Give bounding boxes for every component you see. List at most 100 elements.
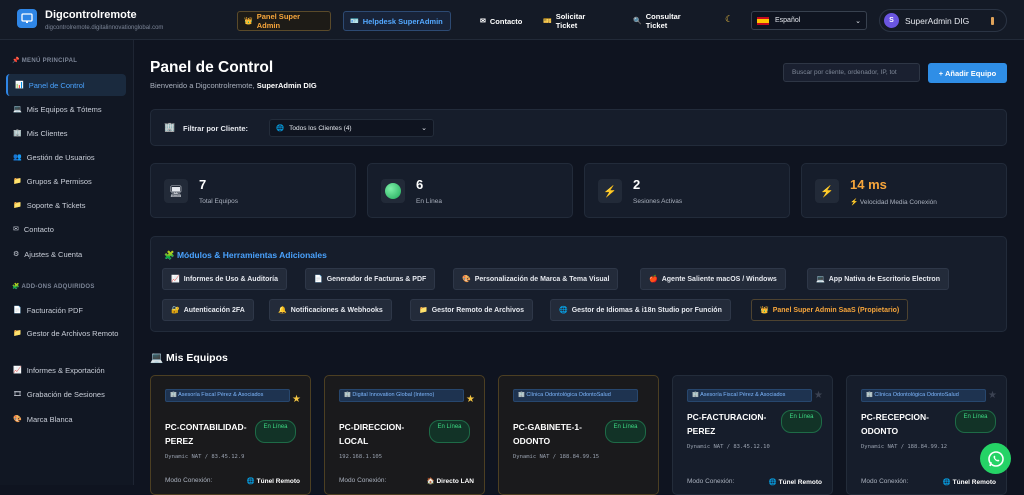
- request-ticket-link[interactable]: 🎫 Solicitar Ticket: [537, 11, 611, 31]
- sidebar-item-clients[interactable]: 🏢 Mis Clientes: [6, 122, 126, 144]
- document-icon: 📄: [314, 276, 323, 283]
- menu-icon: [991, 16, 994, 25]
- favorite-star-icon[interactable]: ★: [988, 390, 997, 401]
- sidebar-item-support[interactable]: 📁 Soporte & Tickets: [6, 194, 126, 216]
- monitor-icon: 🖥: [164, 179, 188, 203]
- tool-chip-super-admin[interactable]: 👑 Panel Super Admin SaaS (Propietario): [751, 299, 909, 321]
- consult-ticket-link[interactable]: 🔍 Consultar Ticket: [627, 11, 707, 31]
- document-icon: 📄: [13, 307, 22, 314]
- tool-chip-electron[interactable]: 💻 App Nativa de Escritorio Electron: [807, 268, 949, 290]
- stat-value: 7: [199, 177, 207, 192]
- tool-chip-branding[interactable]: 🎨 Personalización de Marca & Tema Visual: [453, 268, 619, 290]
- status-badge: En Línea: [255, 420, 296, 443]
- tools-title: 🧩 Módulos & Herramientas Adicionales: [164, 250, 327, 260]
- tool-chip-agent[interactable]: 🍎 Agente Saliente macOS / Windows: [640, 268, 786, 290]
- connection-mode-label: Modo Conexión:: [165, 477, 213, 484]
- stat-value: 6: [416, 177, 424, 192]
- client-filter-panel: 🏢 Filtrar por Cliente: 🌐 Todos los Clien…: [150, 109, 1007, 146]
- sidebar-item-file-manager[interactable]: 📁 Gestor de Archivos Remoto: [6, 325, 126, 357]
- sidebar-item-dashboard[interactable]: 📊 Panel de Control: [6, 74, 126, 96]
- tool-chip-2fa[interactable]: 🔐 Autenticación 2FA: [162, 299, 254, 321]
- connection-mode-value: 🌐 Túnel Remoto: [246, 478, 300, 485]
- stat-total-equipment: 🖥 7 Total Equipos: [150, 163, 356, 218]
- sidebar-item-equipment[interactable]: 💻 Mis Equipos & Tótems: [6, 98, 126, 120]
- equipment-card[interactable]: 🏢 Asesoría Fiscal Pérez & Asociados ★ PC…: [672, 375, 833, 495]
- equipment-name: PC-RECEPCION-ODONTO: [861, 412, 930, 436]
- tool-chip-notifications[interactable]: 🔔 Notificaciones & Webhooks: [269, 299, 392, 321]
- equipment-name: PC-FACTURACION-PEREZ: [687, 412, 767, 436]
- sidebar-item-groups[interactable]: 📁 Grupos & Permisos: [6, 170, 126, 192]
- sidebar-item-users[interactable]: 👥 Gestión de Usuarios: [6, 146, 126, 168]
- sidebar-item-invoicing[interactable]: 📄 Facturación PDF: [6, 299, 126, 321]
- status-badge: En Línea: [955, 410, 996, 433]
- sidebar-item-white-label[interactable]: 🎨 Marca Blanca: [6, 408, 126, 430]
- stat-active-sessions: ⚡ 2 Sesiones Activas: [584, 163, 790, 218]
- lightning-icon: ⚡: [815, 179, 839, 203]
- sidebar-item-settings[interactable]: ⚙ Ajustes & Cuenta: [6, 243, 126, 265]
- building-icon: 🏢: [13, 130, 22, 137]
- equipment-card[interactable]: 🏢 Clínica Odontológica OdontoSalud ★ PC-…: [846, 375, 1007, 495]
- search-input[interactable]: Buscar por cliente, ordenador, IP, tot: [783, 63, 920, 82]
- user-name: SuperAdmin DIG: [905, 15, 970, 26]
- super-admin-panel-button[interactable]: 👑 Panel Super Admin: [237, 11, 331, 31]
- sidebar-item-contact[interactable]: ✉ Contacto: [6, 218, 126, 240]
- spain-flag-icon: [757, 16, 769, 25]
- client-tag: 🏢 Asesoría Fiscal Pérez & Asociados: [687, 389, 812, 402]
- contact-link[interactable]: ✉ Contacto: [474, 11, 524, 31]
- tool-chip-i18n[interactable]: 🌐 Gestor de Idiomas & i18n Studio por Fun…: [550, 299, 731, 321]
- status-badge: En Línea: [781, 410, 822, 433]
- stat-label: En Línea: [416, 198, 443, 205]
- equipment-card[interactable]: 🏢 Digital Innovation Global (Interno) ★ …: [324, 375, 485, 495]
- chevron-down-icon: ⌄: [421, 125, 427, 132]
- monitor-logo-icon[interactable]: [17, 9, 37, 28]
- stat-value: 2: [633, 177, 641, 192]
- search-icon: 🔍: [633, 18, 642, 25]
- theme-toggle-moon-icon[interactable]: ☾: [725, 14, 733, 25]
- whatsapp-chat-button[interactable]: [980, 443, 1011, 474]
- language-select[interactable]: Español ⌄: [751, 11, 867, 30]
- equipment-card[interactable]: 🏢 Asesoría Fiscal Pérez & Asociados ★ PC…: [150, 375, 311, 495]
- chart-icon: 📈: [171, 276, 180, 283]
- app-domain: digcontrolremote.digitalinnovationglobal…: [45, 25, 164, 31]
- lock-icon: 🔐: [171, 307, 180, 314]
- favorite-star-icon[interactable]: ★: [814, 390, 823, 401]
- stat-label: ⚡ Velocidad Media Conexión: [850, 199, 937, 206]
- chart-icon: 📈: [13, 367, 22, 374]
- favorite-star-icon[interactable]: ★: [466, 394, 475, 405]
- tool-chip-file-manager[interactable]: 📁 Gestor Remoto de Archivos: [410, 299, 534, 321]
- lightning-icon: ⚡: [598, 179, 622, 203]
- folder-icon: 📁: [13, 330, 22, 337]
- sidebar-item-reports[interactable]: 📈 Informes & Exportación: [6, 359, 126, 381]
- folder-icon: 📁: [13, 202, 22, 209]
- equipment-section-title: 💻 Mis Equipos: [150, 352, 228, 364]
- crown-icon: 👑: [244, 18, 253, 25]
- card-icon: 🪪: [350, 18, 359, 25]
- helpdesk-button[interactable]: 🪪 Helpdesk SuperAdmin: [343, 11, 451, 31]
- connection-mode-label: Modo Conexión:: [339, 477, 387, 484]
- folder-icon: 📁: [13, 178, 22, 185]
- add-equipment-button[interactable]: + Añadir Equipo: [928, 63, 1007, 83]
- user-menu[interactable]: S SuperAdmin DIG: [879, 9, 1007, 32]
- equipment-ip: 192.168.1.105: [339, 454, 383, 460]
- ticket-icon: 🎫: [543, 18, 552, 25]
- language-value: Español: [775, 17, 801, 24]
- equipment-card[interactable]: 🏢 Clínica Odontológica OdontoSalud PC-GA…: [498, 375, 659, 495]
- globe-icon: 🌐: [559, 307, 568, 314]
- equipment-name: PC-DIRECCION-LOCAL: [339, 422, 405, 446]
- stat-value: 14 ms: [850, 177, 887, 192]
- whatsapp-icon: [987, 450, 1004, 467]
- client-tag: 🏢 Asesoría Fiscal Pérez & Asociados: [165, 389, 290, 402]
- client-tag: 🏢 Digital Innovation Global (Interno): [339, 389, 464, 402]
- sidebar-item-recording[interactable]: 🎞 Grabación de Sesiones: [6, 383, 126, 405]
- client-filter-select[interactable]: 🌐 Todos los Clientes (4) ⌄: [269, 119, 434, 137]
- laptop-icon: 💻: [150, 352, 164, 364]
- tool-chip-reports[interactable]: 📈 Informes de Uso & Auditoría: [162, 268, 287, 290]
- favorite-star-icon[interactable]: ★: [292, 394, 301, 405]
- connection-mode-label: Modo Conexión:: [687, 478, 735, 485]
- gear-icon: ⚙: [13, 251, 20, 258]
- users-icon: 👥: [13, 154, 22, 161]
- palette-icon: 🎨: [462, 276, 471, 283]
- welcome-text: Bienvenido a Digcontrolremote, SuperAdmi…: [150, 81, 317, 90]
- equipment-ip: Dynamic NAT / 188.84.99.15: [513, 454, 600, 460]
- tool-chip-invoices[interactable]: 📄 Generador de Facturas & PDF: [305, 268, 436, 290]
